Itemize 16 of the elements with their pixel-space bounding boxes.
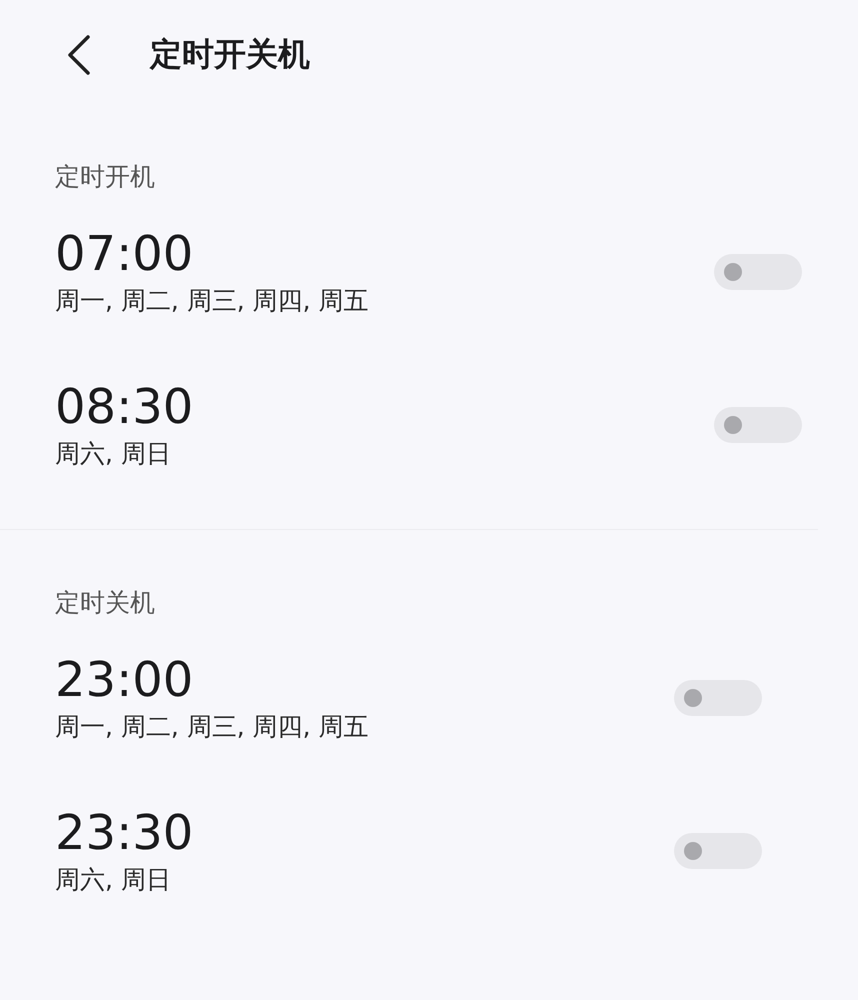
- section-label: 定时关机: [55, 587, 156, 619]
- schedule-time: 23:30: [55, 804, 194, 862]
- toggle-switch[interactable]: [674, 680, 762, 716]
- section-label: 定时开机: [55, 161, 156, 193]
- repeat-days: 周六, 周日: [55, 436, 194, 472]
- schedule-time: 07:00: [55, 224, 194, 282]
- toggle-switch[interactable]: [674, 832, 762, 868]
- repeat-days: 周六, 周日: [55, 862, 194, 898]
- repeat-days: 周一, 周二, 周三, 周四, 周五: [55, 708, 369, 744]
- repeat-days: 周一, 周二, 周三, 周四, 周五: [55, 282, 369, 318]
- page-title: 定时开关机: [150, 34, 310, 75]
- back-button[interactable]: [66, 35, 92, 75]
- toggle-switch[interactable]: [714, 254, 802, 290]
- toggle-switch[interactable]: [714, 406, 802, 442]
- schedule-time: 08:30: [55, 378, 194, 436]
- schedule-time: 23:00: [55, 650, 194, 708]
